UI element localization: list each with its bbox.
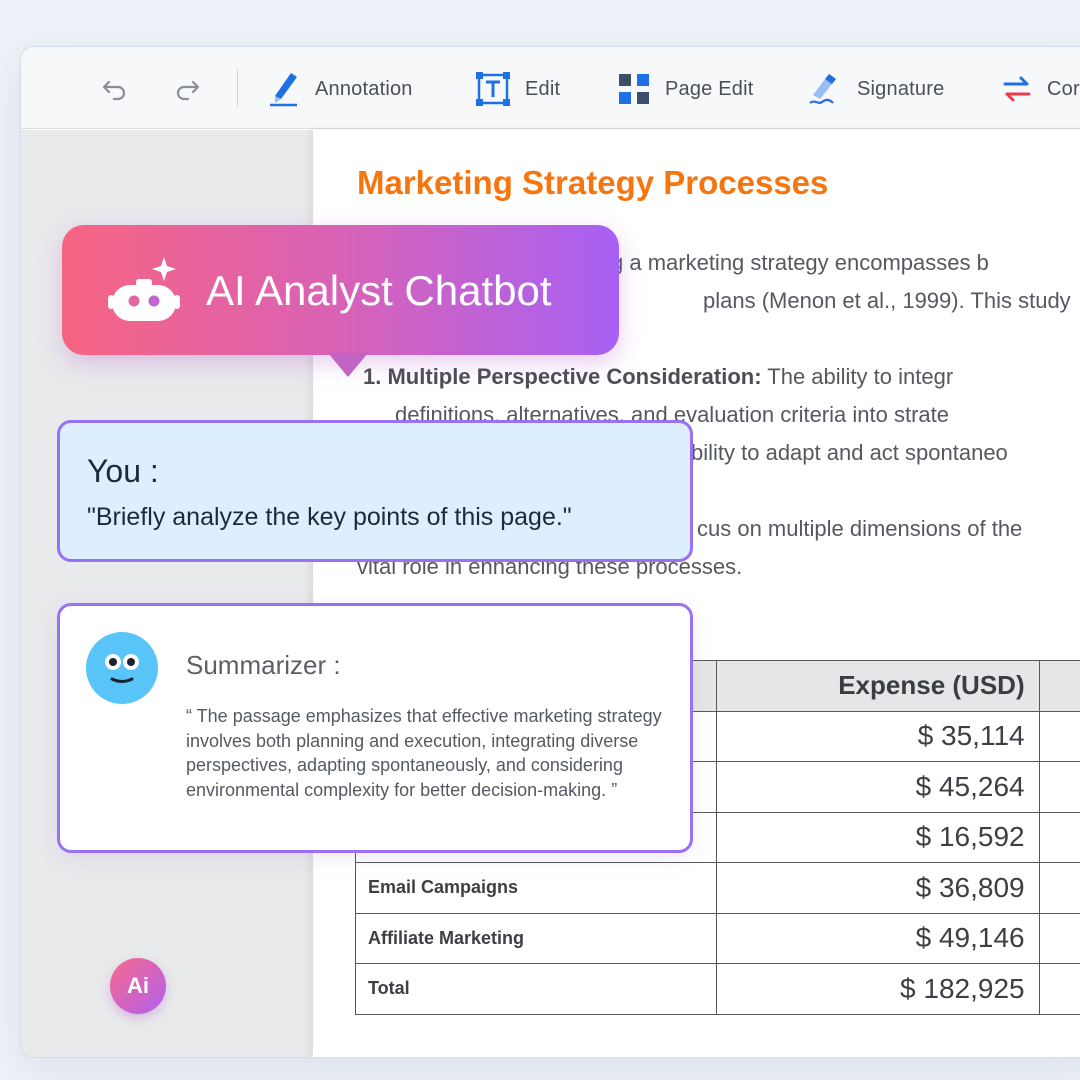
table-cell-value: $ 35,114 [716,710,1040,762]
table-cell-value: $ 49,146 [716,912,1040,964]
list-item-text: The ability to integr [761,364,954,389]
table-cell [1038,912,1080,964]
table-header-expense: Expense (USD) [716,660,1040,712]
table-cell [1038,862,1080,914]
bot-avatar [86,632,158,704]
chatbot-title: AI Analyst Chatbot [206,267,552,314]
page-edit-button[interactable]: Page Edit [617,71,754,107]
convert-button[interactable]: Cor [1001,71,1080,107]
chatbot-header: AI Analyst Chatbot [62,225,619,377]
table-cell [1038,710,1080,762]
toolbar-divider [237,69,238,107]
table-row: Total $ 182,925 [354,963,1080,1015]
table-cell-value: $ 45,264 [716,761,1040,813]
edit-label: Edit [525,77,561,100]
table-header-cell [1038,660,1080,712]
table-cell-value: $ 16,592 [716,811,1040,863]
user-message: "Briefly analyze the key points of this … [87,503,572,531]
table-row: Affiliate Marketing $ 49,146 [354,912,1080,964]
paragraph-line: cus on multiple dimensions of the [697,516,1023,541]
signature-button[interactable]: Signature [807,71,944,107]
annotation-label: Annotation [315,77,413,100]
ai-button-label: Ai [127,973,149,998]
paragraph-line: bility to adapt and act spontaneo [691,440,1008,465]
list-item-heading: Multiple Perspective Consideration: [387,364,762,389]
ai-assistant-button[interactable]: Ai [110,958,166,1014]
redo-button[interactable] [173,71,201,107]
table-row: Email Campaigns $ 36,809 [354,862,1080,914]
user-label: You : [87,453,159,489]
user-message-card: You : "Briefly analyze the key points of… [57,420,693,562]
redo-icon [176,80,200,101]
bot-message-card: Summarizer : “ The passage emphasizes th… [57,603,693,853]
pen-icon [270,73,297,107]
toolbar: Annotation Edit Page Edit Signature Cor [21,47,1080,129]
signature-icon [809,74,836,104]
table-cell-category: Affiliate Marketing [354,912,718,964]
list-item: 1. Multiple Perspective Consideration: T… [363,358,953,396]
table-cell-value: $ 182,925 [716,963,1040,1015]
speech-pointer [328,353,368,377]
text-edit-icon [476,72,510,106]
smiley-face-icon [105,654,139,683]
table-cell [1038,811,1080,863]
undo-icon [102,80,126,101]
table-cell [1038,761,1080,813]
paragraph-line: g a marketing strategy encompasses b [611,250,989,275]
document-title: Marketing Strategy Processes [357,164,829,201]
table-cell [1038,963,1080,1015]
bot-label: Summarizer : [186,650,341,680]
bot-message: “ The passage emphasizes that effective … [186,706,662,800]
paragraph-line: plans (Menon et al., 1999). This study [703,288,1071,313]
convert-label: Cor [1047,77,1080,100]
undo-button[interactable] [101,71,129,107]
table-cell-category: Email Campaigns [354,862,718,914]
table-cell-value: $ 36,809 [716,862,1040,914]
robot-icon [108,257,180,321]
edit-button[interactable]: Edit [475,71,560,107]
annotation-button[interactable]: Annotation [267,71,413,107]
grid-icon [619,74,649,104]
signature-label: Signature [857,77,945,100]
table-cell-category: Total [354,963,718,1015]
page-edit-label: Page Edit [665,77,754,100]
convert-icon [1003,76,1031,102]
